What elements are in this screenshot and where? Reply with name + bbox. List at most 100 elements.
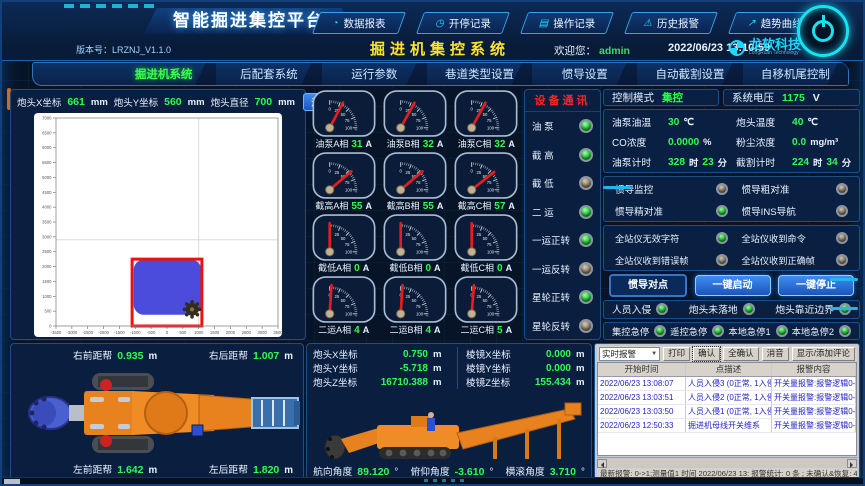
svg-text:1000: 1000 xyxy=(42,294,52,299)
svg-text:75: 75 xyxy=(487,242,492,247)
alarm-row[interactable]: 2022/06/23 13:03:51人员入侵2 (0正常, 1入侵)开关量报警… xyxy=(598,391,856,405)
status-light xyxy=(654,325,666,337)
status-light xyxy=(579,290,593,304)
nav-data-report-button[interactable]: ◔ 数据报表 xyxy=(312,12,406,34)
alarm-filter-select[interactable]: 实时报警▼ xyxy=(599,347,660,361)
gauge-cut-low-b: 0255075100截低B相0A xyxy=(379,213,450,275)
tab-ins-settings[interactable]: 惯导设置 xyxy=(532,63,637,85)
alarm-row[interactable]: 2022/06/23 13:08:07人员入侵3 (0正常, 1入侵)开关量报警… xyxy=(598,377,856,391)
gauge-value: 32 xyxy=(423,139,434,150)
col-start-time[interactable]: 开始时间 xyxy=(598,363,686,376)
svg-text:100: 100 xyxy=(487,187,495,192)
brand-name: 龙软科技 xyxy=(749,39,801,50)
svg-text:100: 100 xyxy=(487,249,495,254)
svg-text:100: 100 xyxy=(416,249,424,254)
metric-oil-temp: 油泵油温30℃ xyxy=(612,112,728,132)
roadheader-top-view xyxy=(14,361,300,465)
trajectory-chart: -3500-3000-2500-2000-1500-1000-500050010… xyxy=(30,112,286,338)
status-light xyxy=(656,303,668,315)
field-head-x-label: 炮头X坐标 xyxy=(17,95,61,109)
alarm-row[interactable]: 2022/06/23 12:50:33掘进机母线开关维系开关量报警:报警逻辑0-… xyxy=(598,419,856,433)
svg-text:50: 50 xyxy=(483,298,488,303)
nav-start-stop-log-button[interactable]: ◷开停记录 xyxy=(416,12,510,34)
trend-icon: ↗ xyxy=(747,18,755,29)
comm-item-conveyor1-rev: 一运反转 xyxy=(525,255,600,284)
ack-button[interactable]: 确认 xyxy=(693,347,720,361)
svg-text:75: 75 xyxy=(416,180,421,185)
svg-text:25: 25 xyxy=(406,170,411,175)
comm-label: 二 运 xyxy=(532,205,554,219)
tab-self-moving-tail-control[interactable]: 自移机尾控制 xyxy=(743,63,848,85)
status-light xyxy=(579,262,593,276)
gauge-label: 油泵C相 xyxy=(458,137,492,150)
position-panel: 炮头X坐标0.750m 炮头Y坐标-5.718m 炮头Z坐标16710.388m… xyxy=(306,343,592,481)
ins-nav: 惯导INS导航 xyxy=(735,200,856,222)
scroll-right-icon[interactable] xyxy=(847,459,857,468)
col-alarm-content[interactable]: 报警内容 xyxy=(772,363,856,376)
svg-text:3000: 3000 xyxy=(257,330,267,335)
device-comm-title: 设备通讯 xyxy=(525,92,600,112)
metric-dust: 粉尘浓度0.0mg/m³ xyxy=(736,132,851,152)
gauge-label: 截低A相 xyxy=(318,261,351,274)
report-icon: ◔ xyxy=(332,18,338,29)
tab-roadheader-system[interactable]: 掘进机系统 xyxy=(111,63,216,85)
col-point-desc[interactable]: 点描述 xyxy=(686,363,772,376)
station-bad-frame: 全站仪收到错误帧 xyxy=(608,249,735,271)
tab-roadway-type-settings[interactable]: 巷道类型设置 xyxy=(427,63,532,85)
scroll-left-icon[interactable] xyxy=(597,459,607,468)
svg-text:100: 100 xyxy=(345,125,353,130)
metric-pump-hours: 油泵计时328时23分 xyxy=(612,152,728,172)
ins-point-button[interactable]: 惯导对点 xyxy=(609,274,687,297)
nav-operation-log-button[interactable]: ▤操作记录 xyxy=(520,12,614,34)
gauge-unit: A xyxy=(363,325,370,335)
estop-status-row: 集控急停 遥控急停 本地急停1 本地急停2 xyxy=(603,322,860,341)
gauge-unit: A xyxy=(508,139,515,149)
svg-text:50: 50 xyxy=(412,236,417,241)
footer-scroll-stub xyxy=(4,479,20,484)
mute-button[interactable]: 消音 xyxy=(762,347,789,361)
head-z: 炮头Z坐标16710.388m xyxy=(313,375,449,389)
svg-text:1500: 1500 xyxy=(42,279,52,284)
nav-history-alarm-button[interactable]: ⚠历史报警 xyxy=(624,12,718,34)
gauge-oil-pump-b: 0255075100油泵B相32A xyxy=(379,89,450,151)
print-button[interactable]: 打印 xyxy=(663,347,690,361)
power-button[interactable] xyxy=(797,5,849,57)
svg-text:-3000: -3000 xyxy=(66,330,77,335)
gauge-cut-high-b: 0255075100截高B相55A xyxy=(379,151,450,213)
brand-logo-icon xyxy=(729,40,745,56)
gauge-value: 5 xyxy=(497,325,503,336)
gauge-label: 截高C相 xyxy=(458,199,492,212)
comment-button[interactable]: 显示/添加评论 xyxy=(792,347,855,361)
accent-bar xyxy=(603,186,631,189)
central-estop: 集控急停 xyxy=(612,324,666,338)
svg-text:1500: 1500 xyxy=(210,330,220,335)
svg-text:-2000: -2000 xyxy=(98,330,109,335)
one-key-start-button[interactable]: 一键启动 xyxy=(695,275,771,296)
alarm-hscrollbar[interactable] xyxy=(597,457,857,467)
tab-backup-system[interactable]: 后配套系统 xyxy=(216,63,321,85)
gauge-value: 32 xyxy=(494,139,505,150)
status-light xyxy=(716,232,728,244)
header-decoration xyxy=(64,4,154,8)
gauge-unit: A xyxy=(434,325,441,335)
ack-all-button[interactable]: 全确认 xyxy=(723,347,759,361)
nav-label: 数据报表 xyxy=(344,16,386,31)
gauge-dial: 0255075100 xyxy=(312,276,376,323)
tab-run-parameters[interactable]: 运行参数 xyxy=(322,63,427,85)
svg-text:100: 100 xyxy=(416,311,424,316)
control-mode-label: 控制模式 xyxy=(612,90,654,105)
gauge-unit: A xyxy=(363,263,370,273)
alarm-row[interactable]: 2022/06/23 13:03:50人员入侵1 (0正常, 1入侵)开关量报警… xyxy=(598,405,856,419)
svg-text:-2500: -2500 xyxy=(82,330,93,335)
svg-text:25: 25 xyxy=(477,170,482,175)
chevron-down-icon: ▼ xyxy=(651,351,657,357)
prism-z: 棱镜Z坐标155.434m xyxy=(466,375,592,389)
tab-auto-cutting-settings[interactable]: 自动截割设置 xyxy=(637,63,742,85)
roadheader-side-view xyxy=(317,391,583,463)
gauge-unit: A xyxy=(434,263,441,273)
dist-right-front: 右前距帮0.935m xyxy=(73,348,157,362)
svg-text:3500: 3500 xyxy=(42,220,52,225)
field-head-y-value: 560 xyxy=(164,96,182,108)
svg-text:4500: 4500 xyxy=(42,190,52,195)
svg-text:3000: 3000 xyxy=(42,234,52,239)
